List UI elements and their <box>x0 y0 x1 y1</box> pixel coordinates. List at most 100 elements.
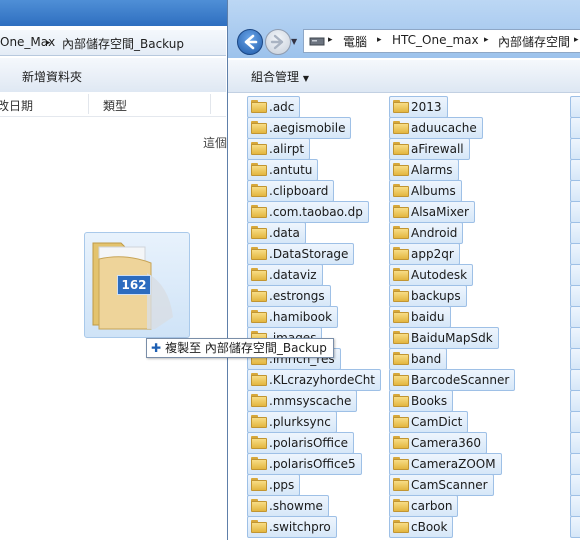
column-type[interactable]: 類型 <box>103 97 127 114</box>
folder-item-partial[interactable] <box>570 453 580 475</box>
folder-icon <box>393 415 409 428</box>
folder-item[interactable]: .antutu <box>247 159 319 181</box>
folder-item[interactable]: .data <box>247 222 306 244</box>
folder-item[interactable]: .estrongs <box>247 285 331 307</box>
folder-item-partial[interactable] <box>570 285 580 307</box>
folder-item[interactable]: .dataviz <box>247 264 323 286</box>
address-bar[interactable]: One_Max ▸ 內部儲存空間_Backup <box>0 30 226 56</box>
folder-item-partial[interactable] <box>570 390 580 412</box>
breadcrumb-folder[interactable]: 內部儲存空間 <box>498 33 570 50</box>
folder-item-partial[interactable] <box>570 201 580 223</box>
window-title-bar[interactable] <box>0 0 228 26</box>
folder-item-partial[interactable] <box>570 369 580 391</box>
folder-item[interactable]: aduucache <box>389 117 483 139</box>
folder-item[interactable]: Books <box>389 390 454 412</box>
folder-item-partial[interactable] <box>570 474 580 496</box>
breadcrumb-arrow-icon[interactable]: ▸ <box>377 35 382 45</box>
breadcrumb-arrow-icon[interactable]: ▸ <box>328 35 333 45</box>
folder-item-partial[interactable] <box>570 117 580 139</box>
folder-item-partial[interactable] <box>570 495 580 517</box>
folder-icon <box>251 415 267 428</box>
back-button[interactable] <box>237 29 263 55</box>
folder-item[interactable]: .com.taobao.dp <box>247 201 369 223</box>
folder-item-partial[interactable] <box>570 264 580 286</box>
folder-label: .DataStorage <box>269 247 349 261</box>
folder-icon <box>251 289 267 302</box>
folder-item-partial[interactable] <box>570 411 580 433</box>
folder-label: BaiduMapSdk <box>411 331 493 345</box>
folder-icon <box>393 331 409 344</box>
folder-item[interactable]: AlsaMixer <box>389 201 475 223</box>
folder-item[interactable]: .aegismobile <box>247 117 352 139</box>
folder-item-partial[interactable] <box>570 327 580 349</box>
folder-item[interactable]: .adc <box>247 96 301 118</box>
column-divider[interactable] <box>210 94 211 114</box>
forward-button[interactable] <box>265 29 291 55</box>
folder-item-partial[interactable] <box>570 96 580 118</box>
folder-item[interactable]: CameraZOOM <box>389 453 502 475</box>
folder-label: .KLcrazyhordeCht <box>269 373 376 387</box>
folder-item-partial[interactable] <box>570 348 580 370</box>
folder-icon <box>251 142 267 155</box>
folder-item[interactable]: Alarms <box>389 159 459 181</box>
folder-item-partial[interactable] <box>570 222 580 244</box>
folder-item[interactable]: BaiduMapSdk <box>389 327 499 349</box>
folder-item[interactable]: Camera360 <box>389 432 487 454</box>
window-title-bar[interactable]: ▼ ▸ 電腦 ▸ HTC_One_max ▸ 內部儲存空間 ▸ <box>228 0 580 58</box>
folder-icon <box>393 373 409 386</box>
folder-item[interactable]: .polarisOffice <box>247 432 355 454</box>
breadcrumb-computer[interactable]: 電腦 <box>343 33 367 50</box>
folder-item[interactable]: backups <box>389 285 467 307</box>
folder-item-partial[interactable] <box>570 516 580 538</box>
address-bar[interactable]: ▸ 電腦 ▸ HTC_One_max ▸ 內部儲存空間 ▸ <box>303 29 580 53</box>
folder-item[interactable]: Android <box>389 222 464 244</box>
folder-icon <box>393 310 409 323</box>
breadcrumb-arrow-icon[interactable]: ▸ <box>484 35 489 45</box>
folder-item[interactable]: baidu <box>389 306 451 328</box>
folder-item-partial[interactable] <box>570 180 580 202</box>
folder-label: .polarisOffice5 <box>269 457 356 471</box>
organize-button[interactable]: 組合管理 ▼ <box>251 68 309 85</box>
folder-item[interactable]: .DataStorage <box>247 243 355 265</box>
folder-item[interactable]: .plurksync <box>247 411 337 433</box>
breadcrumb-arrow-icon[interactable]: ▸ <box>46 38 51 48</box>
folder-item[interactable]: .KLcrazyhordeCht <box>247 369 382 391</box>
folder-item[interactable]: CamScanner <box>389 474 494 496</box>
folder-label: Books <box>411 394 448 408</box>
folder-item-partial[interactable] <box>570 432 580 454</box>
recent-pages-dropdown-icon[interactable]: ▼ <box>291 37 297 46</box>
folder-item[interactable]: aFirewall <box>389 138 470 160</box>
breadcrumb-device[interactable]: HTC_One_max <box>392 33 479 47</box>
folder-item[interactable]: Autodesk <box>389 264 474 286</box>
breadcrumb-folder[interactable]: 內部儲存空間_Backup <box>62 35 184 52</box>
folder-item[interactable]: CamDict <box>389 411 469 433</box>
folder-item[interactable]: .hamibook <box>247 306 339 328</box>
column-divider[interactable] <box>88 94 89 114</box>
folder-label: Camera360 <box>411 436 481 450</box>
folder-item-partial[interactable] <box>570 306 580 328</box>
folder-item[interactable]: .alirpt <box>247 138 311 160</box>
folder-label: .adc <box>269 100 295 114</box>
folder-item-partial[interactable] <box>570 159 580 181</box>
folder-item[interactable]: .switchpro <box>247 516 337 538</box>
folder-label: .clipboard <box>269 184 329 198</box>
folder-item[interactable]: app2qr <box>389 243 460 265</box>
drag-copy-tooltip: ✚ 複製至 內部儲存空間_Backup <box>146 338 334 358</box>
new-folder-button[interactable]: 新增資料夾 <box>22 68 82 85</box>
folder-icon <box>251 163 267 176</box>
column-date-modified[interactable]: 改日期 <box>0 97 33 114</box>
breadcrumb-arrow-icon[interactable]: ▸ <box>574 35 579 45</box>
folder-item[interactable]: Albums <box>389 180 462 202</box>
folder-item-partial[interactable] <box>570 243 580 265</box>
folder-item[interactable]: cBook <box>389 516 454 538</box>
folder-item[interactable]: .polarisOffice5 <box>247 453 362 475</box>
folder-item[interactable]: carbon <box>389 495 459 517</box>
folder-item[interactable]: .mmsyscache <box>247 390 358 412</box>
folder-item[interactable]: band <box>389 348 448 370</box>
folder-item[interactable]: .clipboard <box>247 180 335 202</box>
folder-item[interactable]: BarcodeScanner <box>389 369 516 391</box>
folder-item-partial[interactable] <box>570 138 580 160</box>
folder-item[interactable]: .showme <box>247 495 329 517</box>
folder-item[interactable]: .pps <box>247 474 301 496</box>
folder-item[interactable]: 2013 <box>389 96 448 118</box>
